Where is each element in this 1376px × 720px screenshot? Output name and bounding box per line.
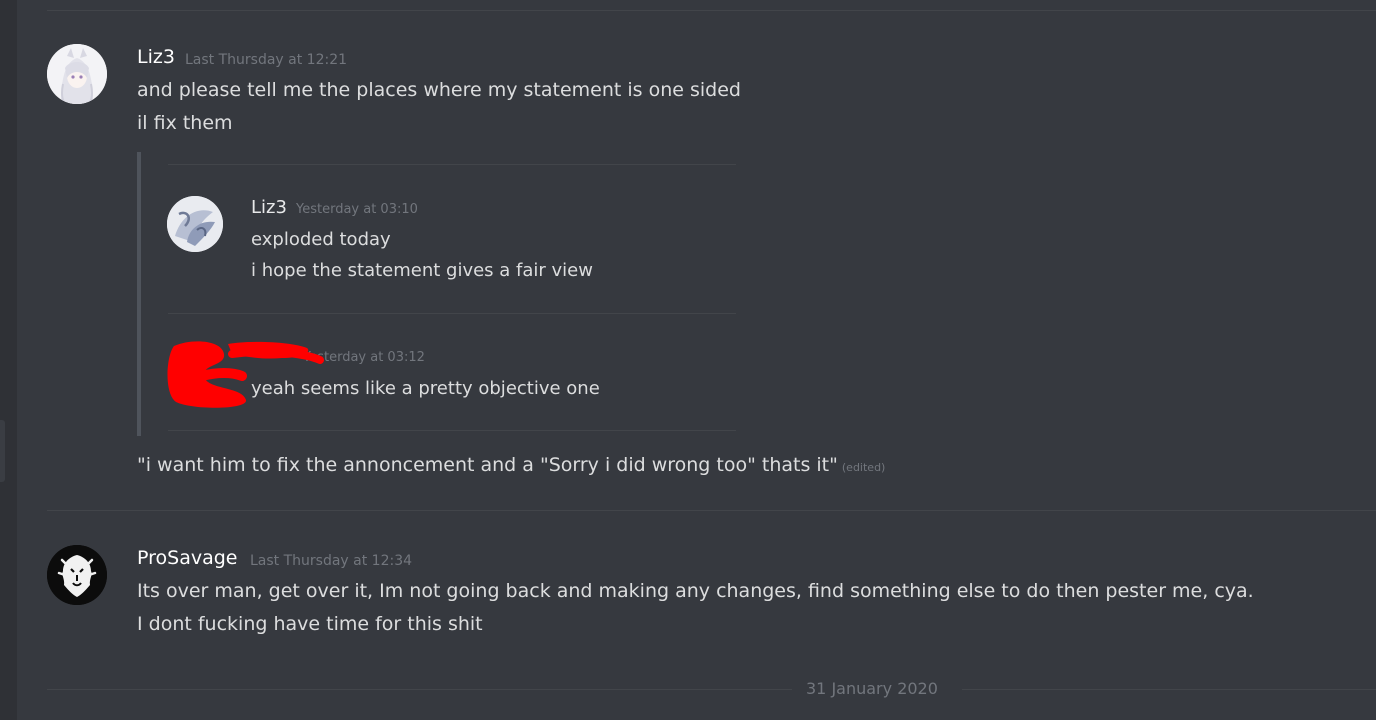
message-divider bbox=[47, 10, 1376, 11]
message-text-line: I dont fucking have time for this shit bbox=[137, 613, 483, 635]
quoted-timestamp: Yesterday at 03:10 bbox=[296, 202, 418, 217]
scroll-notch[interactable] bbox=[0, 420, 5, 482]
quote-separator bbox=[168, 164, 736, 165]
quote-bar bbox=[137, 152, 141, 436]
message-text-line: il fix them bbox=[137, 112, 233, 134]
redaction-scribble-icon bbox=[167, 341, 324, 408]
quoted-text-line: exploded today bbox=[251, 229, 391, 250]
quoted-text-line: i hope the statement gives a fair view bbox=[251, 260, 593, 281]
liz3-avatar[interactable] bbox=[47, 44, 107, 104]
message-divider bbox=[47, 510, 1376, 511]
message-username[interactable]: Liz3 bbox=[137, 46, 175, 68]
quote-separator bbox=[168, 430, 736, 431]
message-timestamp: Last Thursday at 12:21 bbox=[185, 52, 348, 68]
date-divider-label: 31 January 2020 bbox=[806, 679, 938, 698]
message-text-line: "i want him to fix the annoncement and a… bbox=[137, 454, 885, 476]
edited-label: (edited) bbox=[841, 461, 886, 474]
date-divider-line bbox=[47, 689, 792, 690]
message-username[interactable]: ProSavage bbox=[137, 547, 237, 569]
anime-girl-avatar-icon bbox=[47, 44, 107, 104]
message-timestamp: Last Thursday at 12:34 bbox=[250, 553, 413, 569]
message-text-line: Its over man, get over it, Im not going … bbox=[137, 580, 1254, 602]
date-divider-line bbox=[962, 689, 1376, 690]
prosavage-avatar[interactable] bbox=[47, 545, 107, 605]
quoted-liz3-avatar[interactable] bbox=[167, 196, 223, 252]
quote-separator bbox=[168, 313, 736, 314]
server-sidebar-edge bbox=[0, 0, 17, 720]
quoted-username[interactable]: Liz3 bbox=[251, 197, 287, 218]
message-text-line: and please tell me the places where my s… bbox=[137, 79, 741, 101]
lion-logo-avatar-icon bbox=[47, 545, 107, 605]
message-after-quote: "i want him to fix the annoncement and a… bbox=[137, 454, 838, 476]
anime-girl-avatar-icon bbox=[167, 196, 223, 252]
